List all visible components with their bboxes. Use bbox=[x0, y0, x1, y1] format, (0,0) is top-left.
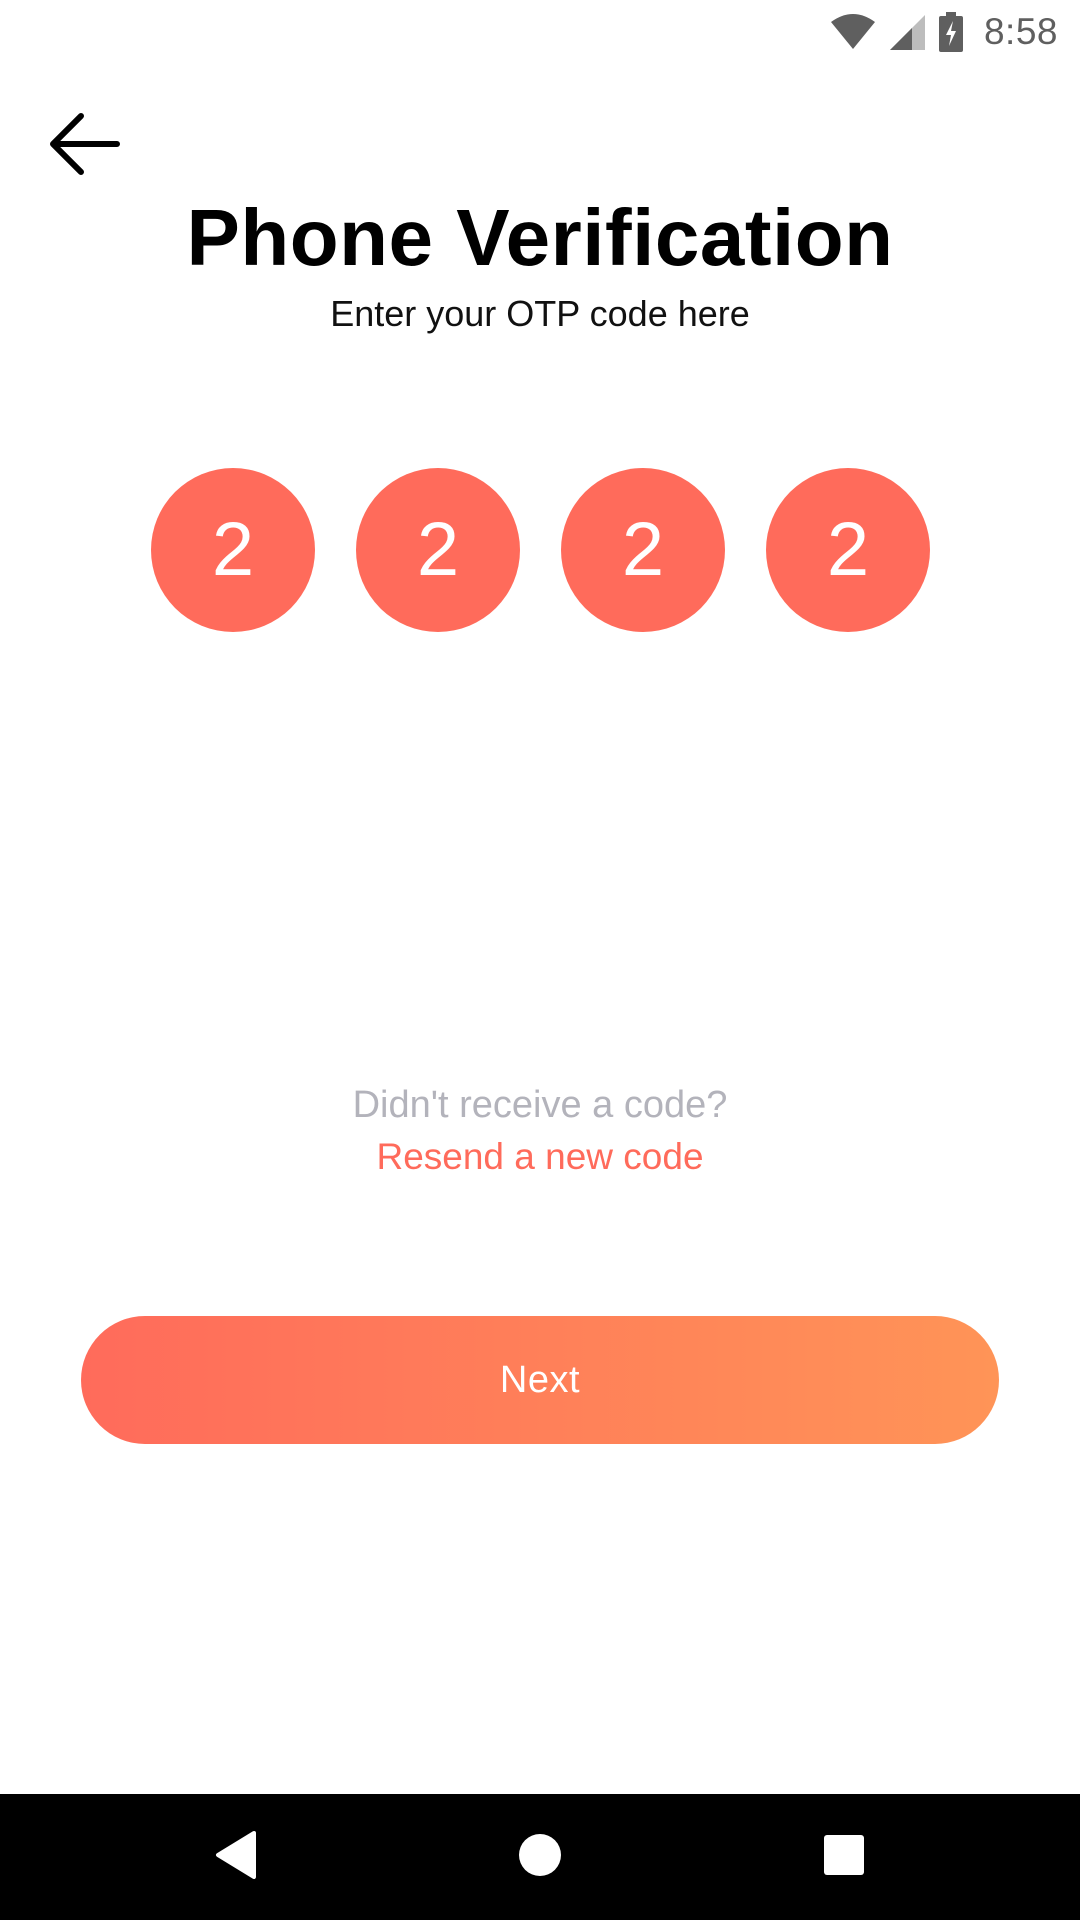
status-bar: 8:58 bbox=[0, 0, 1080, 63]
next-button[interactable]: Next bbox=[81, 1316, 999, 1444]
nav-home-icon bbox=[518, 1833, 562, 1882]
resend-code-link[interactable]: Resend a new code bbox=[0, 1136, 1080, 1178]
status-time: 8:58 bbox=[983, 10, 1058, 52]
resend-prompt: Didn't receive a code? bbox=[352, 1084, 728, 1126]
navigation-bar bbox=[0, 1794, 1080, 1920]
cellular-signal-icon bbox=[888, 13, 926, 51]
status-icons: 8:58 bbox=[830, 0, 1058, 63]
otp-digit-4[interactable]: 2 bbox=[766, 468, 930, 632]
page-title: Phone Verification bbox=[186, 193, 894, 282]
page-subtitle: Enter your OTP code here bbox=[330, 293, 750, 334]
nav-back-button[interactable] bbox=[176, 1794, 296, 1920]
wifi-icon bbox=[830, 13, 876, 50]
otp-digit-1[interactable]: 2 bbox=[151, 468, 315, 632]
otp-digit-2[interactable]: 2 bbox=[356, 468, 520, 632]
nav-back-icon bbox=[214, 1830, 258, 1884]
battery-charging-icon bbox=[938, 11, 964, 52]
arrow-left-icon bbox=[47, 111, 121, 182]
nav-recents-button[interactable] bbox=[784, 1794, 904, 1920]
back-button[interactable] bbox=[40, 106, 128, 186]
nav-home-button[interactable] bbox=[480, 1794, 600, 1920]
nav-recents-icon bbox=[823, 1834, 865, 1881]
next-button-label: Next bbox=[499, 1358, 581, 1401]
otp-input-row: 2 2 2 2 bbox=[0, 468, 1080, 632]
otp-digit-3[interactable]: 2 bbox=[561, 468, 725, 632]
